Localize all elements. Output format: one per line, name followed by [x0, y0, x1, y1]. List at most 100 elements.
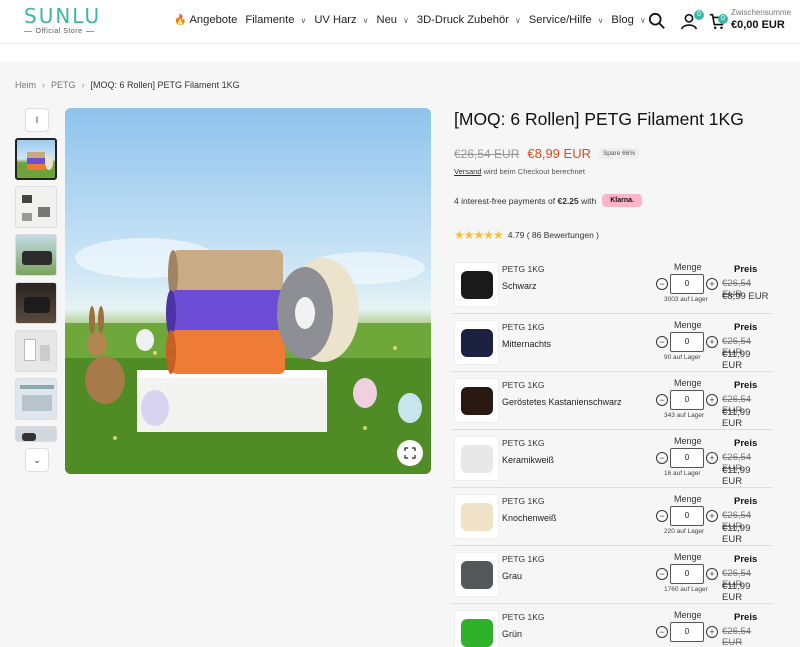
variant-color: Grau [502, 571, 523, 581]
save-badge: Spare 66% [598, 148, 640, 159]
nav-item[interactable]: Service/Hilfe ∨ [529, 14, 604, 26]
variant-color: Knochenweiß [502, 513, 557, 523]
quantity-input[interactable]: 0 [670, 448, 704, 468]
subtotal-value[interactable]: €0,00 EUR [731, 19, 785, 31]
variant-swatch [460, 444, 493, 473]
variant-color: Mitternachts [502, 339, 552, 349]
breadcrumb-home[interactable]: Heim [15, 80, 36, 90]
thumbnail[interactable] [15, 330, 57, 372]
nav-item[interactable]: Neu ∨ [376, 14, 408, 26]
breadcrumb-separator: › [42, 80, 46, 90]
quantity-label: Menge [674, 436, 702, 446]
nav-item[interactable]: UV Harz ∨ [314, 14, 368, 26]
variant-row: PETG 1KG Mitternachts Menge −0 +90 auf Lager… [452, 314, 772, 372]
variant-swatch [460, 502, 493, 531]
thumbnail[interactable] [15, 234, 57, 276]
price-label: Preis [734, 496, 758, 507]
klarna-badge[interactable]: Klarna. [602, 194, 642, 207]
quantity-stepper: −0 + [656, 332, 718, 352]
variant-price: €11,99 EUR [722, 523, 751, 545]
klarna-text: 4 interest-free payments of [454, 195, 558, 206]
minus-button[interactable]: − [656, 510, 668, 522]
product-title: [MOQ: 6 Rollen] PETG Filament 1KG [454, 109, 744, 129]
thumbnail[interactable] [15, 138, 57, 180]
main-nav: 🔥 Angebote Filamente ∨ UV Harz ∨ Neu ∨ 3D-Druck … [174, 14, 646, 26]
main-product-image[interactable] [65, 108, 431, 474]
variant-image [454, 436, 499, 481]
variant-name: PETG 1KG [502, 264, 545, 274]
quantity-input[interactable]: 0 [670, 274, 704, 294]
quantity-input[interactable]: 0 [670, 506, 704, 526]
plus-button[interactable]: + [706, 278, 718, 290]
klarna-row: 4 interest-free payments of €2.25 with K… [454, 194, 642, 207]
minus-button[interactable]: − [656, 568, 668, 580]
variant-list: PETG 1KG Schwarz Menge −0 +3003 auf Lager Pre… [452, 256, 772, 647]
quantity-label: Menge [674, 320, 702, 330]
variant-image [454, 494, 499, 539]
breadcrumb: Heim › PETG › [MOQ: 6 Rollen] PETG Filam… [15, 80, 240, 90]
shipping-link[interactable]: Versand [454, 167, 482, 176]
old-price: €26,54 EUR [454, 146, 520, 161]
variant-old-price: €26,54 EUR [722, 626, 752, 647]
thumbnail[interactable] [15, 282, 57, 324]
quantity-input[interactable]: 0 [670, 332, 704, 352]
minus-button[interactable]: − [656, 452, 668, 464]
nav-item-label: Filamente [245, 14, 295, 26]
variant-name: PETG 1KG [502, 496, 545, 506]
chevron-down-icon: ∨ [300, 15, 307, 25]
quantity-input[interactable]: 0 [670, 564, 704, 584]
minus-button[interactable]: − [656, 278, 668, 290]
variant-swatch [460, 618, 493, 647]
nav-item-label: UV Harz [314, 14, 357, 26]
subtotal-label: Zwischensumme [731, 8, 792, 17]
expand-image-button[interactable] [397, 440, 423, 466]
chevron-down-icon: ∨ [403, 15, 409, 25]
variant-image [454, 378, 499, 423]
quantity-stepper: −0 + [656, 448, 718, 468]
stock-text: 16 auf Lager [664, 470, 701, 477]
price-label: Preis [734, 322, 758, 333]
thumbnail-column: Ι ⌄ [15, 108, 60, 472]
variant-swatch [460, 560, 493, 589]
plus-button[interactable]: + [706, 394, 718, 406]
thumbnail[interactable] [15, 378, 57, 420]
nav-item[interactable]: 3D-Druck Zubehör ∨ [417, 14, 521, 26]
thumb-down-button[interactable]: ⌄ [25, 448, 49, 472]
variant-row: PETG 1KG Geröstetes Kastanienschwarz Menge… [452, 372, 772, 430]
breadcrumb-category[interactable]: PETG [51, 80, 76, 90]
logo[interactable]: SUNLU Official Store [24, 6, 99, 35]
stock-text: 1760 auf Lager [664, 586, 708, 593]
nav-item[interactable]: 🔥 Angebote [174, 14, 237, 26]
nav-item-label: Neu [376, 14, 398, 26]
stock-text: 343 auf Lager [664, 412, 705, 419]
minus-button[interactable]: − [656, 336, 668, 348]
quantity-label: Menge [674, 262, 702, 272]
quantity-stepper: −0 + [656, 506, 718, 526]
price-label: Preis [734, 612, 758, 623]
thumb-up-button[interactable]: Ι [25, 108, 49, 132]
thumbnail[interactable] [15, 426, 57, 442]
thumbnail[interactable] [15, 186, 57, 228]
product-photo [65, 238, 431, 474]
nav-item-label: Blog [611, 14, 634, 26]
quantity-label: Menge [674, 378, 702, 388]
shipping-text: wird beim Checkout berechnet [481, 167, 585, 176]
quantity-label: Menge [674, 552, 702, 562]
quantity-input[interactable]: 0 [670, 622, 704, 642]
flame-icon: 🔥 [174, 14, 187, 26]
minus-button[interactable]: − [656, 626, 668, 638]
plus-button[interactable]: + [706, 626, 718, 638]
rating-row[interactable]: ★★★★★ 4.79 ( 86 Bewertungen ) [454, 228, 599, 242]
user-badge: 0 [694, 10, 704, 20]
plus-button[interactable]: + [706, 336, 718, 348]
plus-button[interactable]: + [706, 452, 718, 464]
plus-button[interactable]: + [706, 510, 718, 522]
variant-color: Keramikweiß [502, 455, 555, 465]
price-label: Preis [734, 554, 758, 565]
minus-button[interactable]: − [656, 394, 668, 406]
plus-button[interactable]: + [706, 568, 718, 580]
nav-item[interactable]: Filamente ∨ [245, 14, 306, 26]
search-icon[interactable] [648, 12, 666, 30]
breadcrumb-current: [MOQ: 6 Rollen] PETG Filament 1KG [90, 80, 240, 90]
quantity-input[interactable]: 0 [670, 390, 704, 410]
